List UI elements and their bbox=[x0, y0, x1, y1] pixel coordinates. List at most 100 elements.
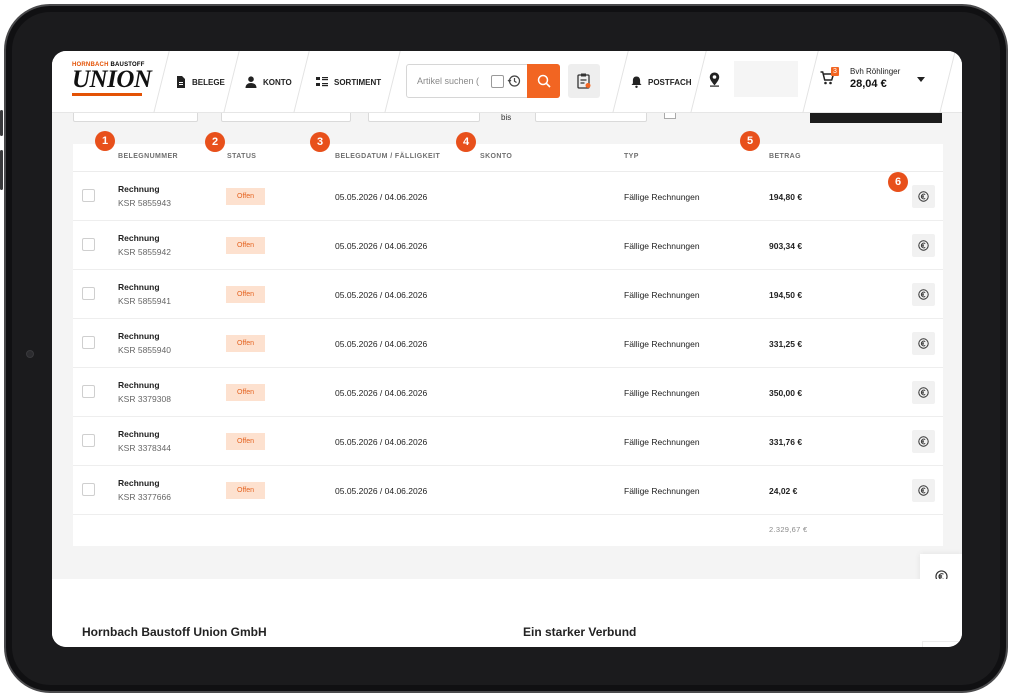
document-date: 05.05.2026 / 04.06.2026 bbox=[335, 486, 428, 496]
header-typ[interactable]: TYP bbox=[624, 153, 639, 160]
pay-button[interactable] bbox=[912, 234, 935, 257]
row-checkbox[interactable] bbox=[82, 483, 95, 496]
document-typ: Fällige Rechnungen bbox=[624, 192, 700, 202]
document-number[interactable]: KSR 5855943 bbox=[118, 198, 171, 208]
document-type: Rechnung bbox=[118, 282, 160, 292]
location-pin-icon[interactable] bbox=[709, 72, 720, 87]
pay-button[interactable] bbox=[912, 381, 935, 404]
table-row[interactable]: Rechnung KSR 3377666 Offen 05.05.2026 / … bbox=[73, 466, 943, 515]
pay-button[interactable] bbox=[912, 185, 935, 208]
callout-badge: 6 bbox=[888, 172, 908, 192]
table-row[interactable]: Rechnung KSR 5855940 Offen 05.05.2026 / … bbox=[73, 319, 943, 368]
callout-badge: 3 bbox=[310, 132, 330, 152]
table-total: 2.329,67 € bbox=[769, 525, 808, 534]
document-number[interactable]: KSR 5855942 bbox=[118, 247, 171, 257]
clipboard-button[interactable] bbox=[568, 64, 600, 98]
logo-wordmark: UNION bbox=[72, 66, 152, 93]
document-date: 05.05.2026 / 04.06.2026 bbox=[335, 437, 428, 447]
logo[interactable]: HORNBACH BAUSTOFF UNION bbox=[72, 62, 152, 100]
document-type: Rechnung bbox=[118, 184, 160, 194]
document-date: 05.05.2026 / 04.06.2026 bbox=[335, 339, 428, 349]
table-row[interactable]: Rechnung KSR 5855941 Offen 05.05.2026 / … bbox=[73, 270, 943, 319]
documents-table: BELEGNUMMER STATUS BELEGDATUM / FÄLLIGKE… bbox=[73, 144, 943, 546]
document-amount: 194,50 € bbox=[769, 290, 803, 300]
document-number[interactable]: KSR 3379308 bbox=[118, 394, 171, 404]
chevron-down-icon[interactable] bbox=[917, 77, 925, 82]
document-type: Rechnung bbox=[118, 233, 160, 243]
euro-icon bbox=[918, 289, 929, 300]
document-type: Rechnung bbox=[118, 429, 160, 439]
search-icon bbox=[537, 74, 551, 88]
pay-button[interactable] bbox=[912, 479, 935, 502]
logo-underline bbox=[72, 93, 142, 96]
footer: Hornbach Baustoff Union GmbH Ein starker… bbox=[52, 579, 962, 647]
camera-dot bbox=[26, 350, 34, 358]
nav-konto-label: KONTO bbox=[263, 77, 292, 87]
table-row[interactable]: Rechnung KSR 3379308 Offen 05.05.2026 / … bbox=[73, 368, 943, 417]
search-input[interactable]: Artikel suchen ( bbox=[417, 76, 479, 86]
cart-total[interactable]: 28,04 € bbox=[850, 78, 887, 90]
document-number[interactable]: KSR 5855940 bbox=[118, 345, 171, 355]
footer-verbund: Ein starker Verbund bbox=[523, 625, 637, 639]
divider bbox=[223, 51, 240, 113]
table-header: BELEGNUMMER STATUS BELEGDATUM / FÄLLIGKE… bbox=[73, 144, 943, 172]
divider bbox=[153, 51, 170, 113]
row-checkbox[interactable] bbox=[82, 287, 95, 300]
nav-sortiment[interactable]: SORTIMENT bbox=[316, 73, 381, 91]
callout-badge: 4 bbox=[456, 132, 476, 152]
branch-selector[interactable] bbox=[734, 61, 798, 97]
document-date: 05.05.2026 / 04.06.2026 bbox=[335, 241, 428, 251]
list-icon bbox=[316, 77, 328, 87]
header-datum[interactable]: BELEGDATUM / FÄLLIGKEIT bbox=[335, 153, 440, 160]
pay-button[interactable] bbox=[912, 332, 935, 355]
user-icon bbox=[245, 76, 257, 88]
table-row[interactable]: Rechnung KSR 3378344 Offen 05.05.2026 / … bbox=[73, 417, 943, 466]
document-amount: 194,80 € bbox=[769, 192, 803, 202]
bell-icon bbox=[631, 76, 642, 88]
document-typ: Fällige Rechnungen bbox=[624, 241, 700, 251]
euro-icon bbox=[918, 338, 929, 349]
table-row[interactable]: Rechnung KSR 5855943 Offen 05.05.2026 / … bbox=[73, 172, 943, 221]
history-icon[interactable] bbox=[507, 74, 521, 88]
search-option-checkbox[interactable] bbox=[491, 75, 504, 88]
cart-user-name: Bvh Röhlinger bbox=[850, 67, 901, 76]
header-status[interactable]: STATUS bbox=[227, 153, 256, 160]
side-button bbox=[0, 110, 3, 136]
row-checkbox[interactable] bbox=[82, 434, 95, 447]
document-date: 05.05.2026 / 04.06.2026 bbox=[335, 388, 428, 398]
nav-konto[interactable]: KONTO bbox=[245, 73, 292, 91]
document-icon bbox=[177, 76, 185, 88]
callout-badge: 5 bbox=[740, 131, 760, 151]
status-badge: Offen bbox=[226, 384, 265, 401]
status-badge: Offen bbox=[226, 237, 265, 254]
side-button bbox=[0, 150, 3, 190]
document-typ: Fällige Rechnungen bbox=[624, 339, 700, 349]
row-checkbox[interactable] bbox=[82, 336, 95, 349]
document-amount: 331,76 € bbox=[769, 437, 803, 447]
nav-belege-label: BELEGE bbox=[192, 77, 225, 87]
divider bbox=[293, 51, 310, 113]
document-number[interactable]: KSR 5855941 bbox=[118, 296, 171, 306]
row-checkbox[interactable] bbox=[82, 385, 95, 398]
table-row[interactable]: Rechnung KSR 5855942 Offen 05.05.2026 / … bbox=[73, 221, 943, 270]
pay-button[interactable] bbox=[912, 430, 935, 453]
header-skonto[interactable]: SKONTO bbox=[480, 153, 512, 160]
nav-belege[interactable]: BELEGE bbox=[176, 73, 225, 91]
document-typ: Fällige Rechnungen bbox=[624, 290, 700, 300]
status-badge: Offen bbox=[226, 286, 265, 303]
document-amount: 903,34 € bbox=[769, 241, 803, 251]
search-button[interactable] bbox=[527, 64, 560, 98]
document-typ: Fällige Rechnungen bbox=[624, 486, 700, 496]
footer-widget-edge bbox=[922, 641, 962, 647]
callout-badge: 1 bbox=[95, 131, 115, 151]
document-date: 05.05.2026 / 04.06.2026 bbox=[335, 192, 428, 202]
pay-button[interactable] bbox=[912, 283, 935, 306]
document-type: Rechnung bbox=[118, 380, 160, 390]
header-belegnummer[interactable]: BELEGNUMMER bbox=[118, 153, 178, 160]
row-checkbox[interactable] bbox=[82, 238, 95, 251]
row-checkbox[interactable] bbox=[82, 189, 95, 202]
nav-postfach[interactable]: POSTFACH bbox=[631, 73, 692, 91]
document-number[interactable]: KSR 3377666 bbox=[118, 492, 171, 502]
document-number[interactable]: KSR 3378344 bbox=[118, 443, 171, 453]
header-betrag[interactable]: BETRAG bbox=[769, 153, 801, 160]
